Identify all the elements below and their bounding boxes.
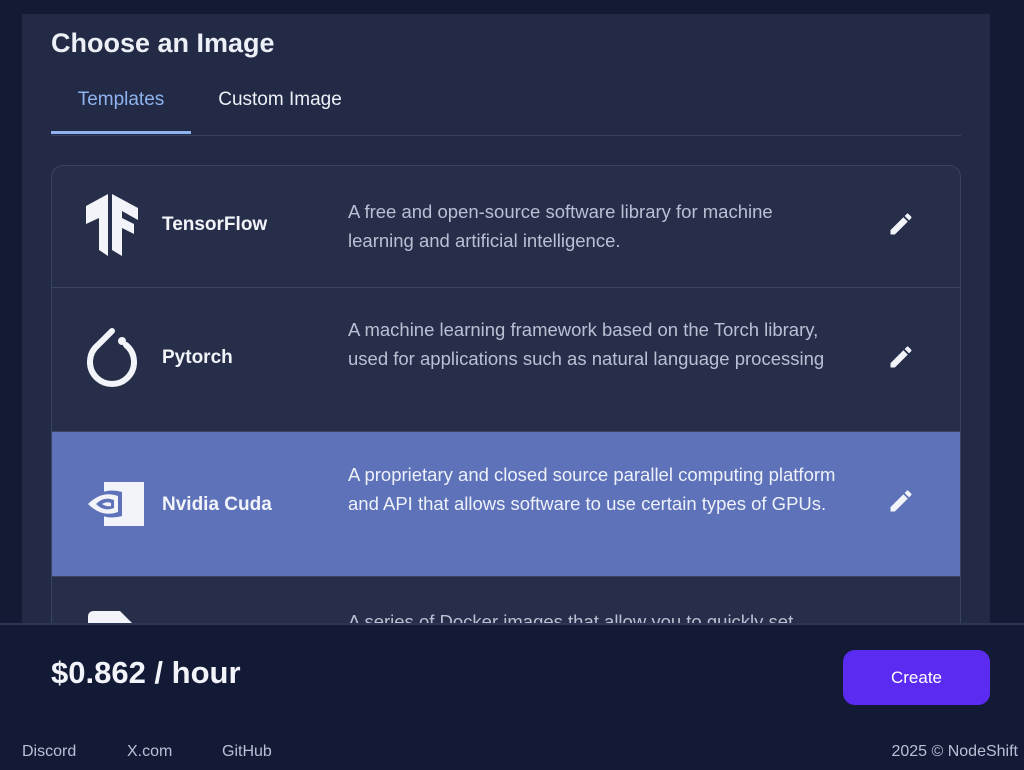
tab-custom-image[interactable]: Custom Image [201, 78, 359, 134]
template-row-nvidia-cuda[interactable]: Nvidia Cuda A proprietary and closed sou… [52, 432, 960, 577]
footer-link-x[interactable]: X.com [127, 743, 172, 761]
template-description: A machine learning framework based on th… [348, 319, 825, 369]
footer-link-discord[interactable]: Discord [22, 743, 76, 761]
template-list[interactable]: TensorFlow A free and open-source softwa… [51, 165, 961, 667]
copyright-text: 2025 © NodeShift [891, 743, 1018, 760]
create-button[interactable]: Create [843, 650, 990, 705]
pencil-icon [887, 487, 915, 520]
pytorch-logo-icon [82, 327, 142, 387]
template-name: Pytorch [162, 347, 233, 368]
template-description: A free and open-source software library … [348, 201, 773, 251]
edit-nvidia-cuda-button[interactable] [884, 486, 918, 520]
pencil-icon [887, 343, 915, 376]
tensorflow-logo-icon [82, 194, 142, 256]
template-name: Nvidia Cuda [162, 494, 272, 515]
template-row-pytorch[interactable]: Pytorch A machine learning framework bas… [52, 287, 960, 432]
page: Choose an Image Templates Custom Image T… [0, 0, 1024, 770]
image-tabs: Templates Custom Image [51, 78, 961, 136]
tab-templates[interactable]: Templates [51, 78, 191, 134]
template-description: A proprietary and closed source parallel… [348, 464, 836, 514]
hourly-price: $0.862 / hour [51, 655, 241, 690]
pencil-icon [887, 210, 915, 243]
edit-pytorch-button[interactable] [884, 342, 918, 376]
nvidia-logo-icon [82, 480, 144, 540]
section-title: Choose an Image [51, 28, 275, 58]
template-row-tensorflow[interactable]: TensorFlow A free and open-source softwa… [52, 166, 960, 288]
image-selection-panel: Choose an Image Templates Custom Image T… [22, 14, 990, 667]
edit-tensorflow-button[interactable] [884, 209, 918, 243]
template-name: TensorFlow [162, 214, 268, 235]
order-summary-bar: $0.862 / hour Create Discord X.com GitHu… [0, 623, 1024, 770]
footer-link-github[interactable]: GitHub [222, 743, 272, 761]
